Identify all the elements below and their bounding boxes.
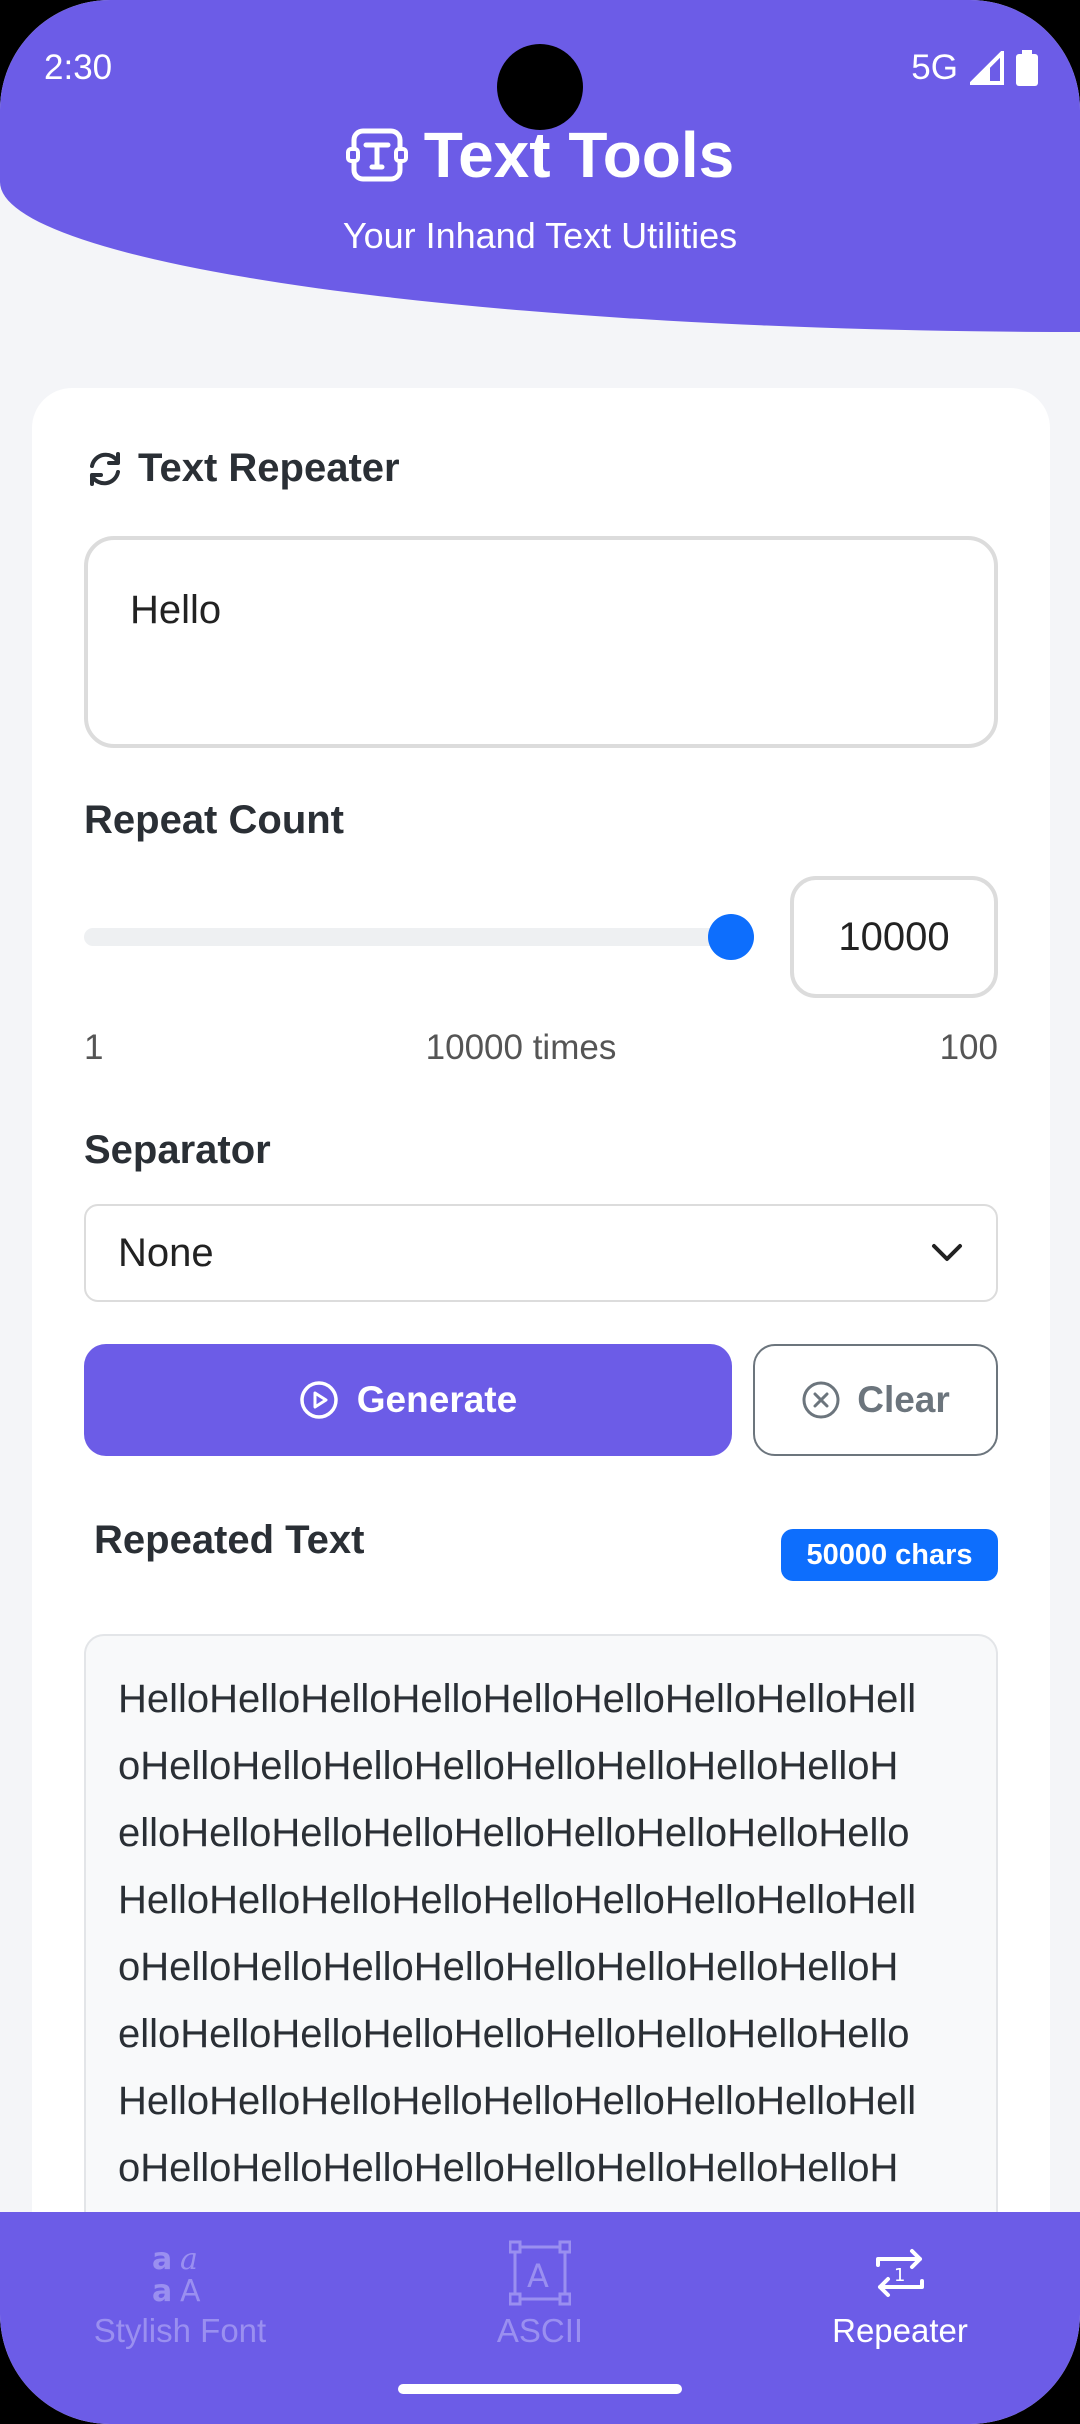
result-title: Repeated Text bbox=[94, 1518, 365, 1562]
nav-label-ascii: ASCII bbox=[496, 2312, 584, 2349]
home-indicator bbox=[398, 2384, 682, 2394]
generate-button[interactable]: Generate bbox=[84, 1344, 732, 1456]
repeat-slider[interactable] bbox=[84, 914, 754, 960]
status-icons: 5G bbox=[911, 48, 1038, 88]
refresh-icon bbox=[90, 451, 120, 486]
text-input-value: Hello bbox=[130, 588, 222, 632]
result-text-line: elloHelloHelloHelloHelloHelloHelloHelloH… bbox=[118, 1811, 910, 1855]
nav-item-ascii[interactable]: A ASCII bbox=[390, 2238, 690, 2350]
result-text-line: oHelloHelloHelloHelloHelloHelloHelloHell… bbox=[118, 2146, 899, 2190]
play-circle-icon bbox=[300, 1381, 338, 1419]
chevron-down-icon bbox=[932, 1244, 962, 1261]
clear-button[interactable]: Clear bbox=[753, 1344, 998, 1456]
times-label: 10000 times bbox=[425, 1028, 617, 1067]
nav-item-repeater[interactable]: 1 Repeater bbox=[750, 2238, 1050, 2350]
result-text-line: oHelloHelloHelloHelloHelloHelloHelloHell… bbox=[118, 1744, 899, 1788]
ascii-icon: A bbox=[509, 2240, 571, 2306]
battery-icon bbox=[1016, 50, 1038, 86]
svg-text:1: 1 bbox=[894, 2265, 905, 2286]
svg-text:A: A bbox=[527, 2257, 549, 2295]
nav-item-stylish-font[interactable]: a a a A Stylish Font bbox=[30, 2238, 330, 2350]
signal-icon bbox=[970, 51, 1004, 85]
app-title: Text Tools bbox=[423, 119, 735, 191]
result-text-line: HelloHelloHelloHelloHelloHelloHelloHello… bbox=[118, 1878, 917, 1922]
svg-text:a: a bbox=[152, 2274, 172, 2308]
app-subtitle: Your Inhand Text Utilities bbox=[342, 215, 738, 256]
result-text-line: HelloHelloHelloHelloHelloHelloHelloHello… bbox=[118, 2079, 917, 2123]
section-title: Text Repeater bbox=[84, 446, 400, 491]
result-text-line: elloHelloHelloHelloHelloHelloHelloHelloH… bbox=[118, 2012, 910, 2056]
text-tool-icon bbox=[345, 128, 408, 182]
stylish-font-icon: a a a A bbox=[152, 2242, 201, 2308]
result-text-line: oHelloHelloHelloHelloHelloHelloHelloHell… bbox=[118, 1945, 899, 1989]
separator-label: Separator bbox=[84, 1128, 271, 1172]
section-title-label: Text Repeater bbox=[138, 446, 400, 490]
screen: 2:30 5G Text Tools Your Inhand Text Util… bbox=[0, 0, 1080, 2424]
separator-value: None bbox=[118, 1230, 214, 1275]
slider-range-row: 1 10000 times 100 bbox=[84, 1028, 998, 1078]
svg-text:a: a bbox=[180, 2242, 198, 2277]
repeater-icon: 1 bbox=[876, 2249, 924, 2297]
separator-select[interactable]: None bbox=[84, 1204, 998, 1302]
repeater-card: Text Repeater Hello Repeat Count 10000 1… bbox=[32, 388, 1050, 2394]
app-title-row: Text Tools bbox=[0, 118, 1080, 192]
svg-text:A: A bbox=[180, 2274, 201, 2308]
clear-button-label: Clear bbox=[857, 1379, 950, 1420]
text-input[interactable]: Hello bbox=[84, 536, 998, 748]
nav-label-repeater: Repeater bbox=[832, 2312, 968, 2349]
slider-max-label: 100 bbox=[939, 1028, 998, 1067]
generate-button-label: Generate bbox=[356, 1379, 518, 1420]
status-time: 2:30 bbox=[44, 48, 113, 87]
clear-circle-icon bbox=[802, 1381, 840, 1419]
count-input-value: 10000 bbox=[838, 914, 950, 959]
svg-text:a: a bbox=[152, 2242, 172, 2277]
network-label: 5G bbox=[911, 48, 958, 87]
nav-label-stylish-font: Stylish Font bbox=[93, 2312, 267, 2349]
repeat-count-label: Repeat Count bbox=[84, 798, 344, 842]
count-input[interactable]: 10000 bbox=[790, 876, 998, 998]
char-count-badge: 50000 chars bbox=[781, 1529, 998, 1581]
result-text-line: HelloHelloHelloHelloHelloHelloHelloHello… bbox=[118, 1677, 917, 1721]
slider-thumb[interactable] bbox=[708, 914, 754, 960]
